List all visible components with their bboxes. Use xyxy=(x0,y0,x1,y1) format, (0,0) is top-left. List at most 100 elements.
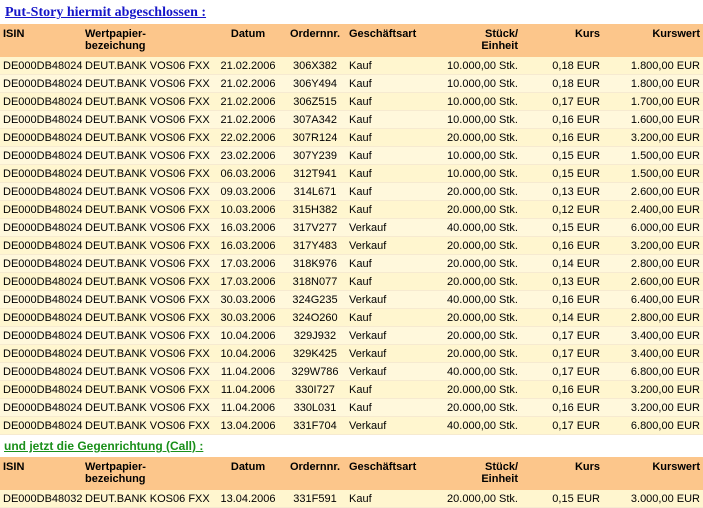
kurswert-cell: 1.600,00 EUR xyxy=(603,110,703,129)
kurs-cell: 0,15 EUR xyxy=(521,218,603,237)
kurs-cell: 0,14 EUR xyxy=(521,308,603,327)
datum-cell: 21.02.2006 xyxy=(212,57,284,75)
stueck-cell: 10.000,00 Stk. xyxy=(431,57,521,75)
col-wertpapier: Wertpapier-bezeichung xyxy=(82,24,212,57)
kurs-cell: 0,16 EUR xyxy=(521,110,603,129)
geschaeftsart-cell: Kauf xyxy=(346,182,431,201)
isin-cell: DE000DB48024 xyxy=(0,164,83,183)
geschaeftsart-cell: Kauf xyxy=(346,57,431,75)
geschaeftsart-cell: Kauf xyxy=(346,74,431,93)
table-row: DE000DB48024 DEUT.BANK VOS06 FXX 17.03.200… xyxy=(0,272,703,291)
datum-cell: 09.03.2006 xyxy=(212,182,284,201)
geschaeftsart-cell: Kauf xyxy=(346,398,431,417)
datum-cell: 13.04.2006 xyxy=(212,490,284,508)
table-header-row: ISIN Wertpapier-bezeichung Datum Ordernn… xyxy=(0,457,703,490)
isin-cell: DE000DB48024 xyxy=(0,362,83,381)
kurswert-cell: 3.200,00 EUR xyxy=(603,380,703,399)
isin-cell: DE000DB48024 xyxy=(0,236,83,255)
wertpapier-cell: DEUT.BANK VOS06 FXX xyxy=(82,182,212,201)
isin-cell: DE000DB48032 xyxy=(0,490,83,508)
datum-cell: 21.02.2006 xyxy=(212,92,284,111)
col-geschaeftsart: Geschäftsart xyxy=(346,24,431,57)
isin-cell: DE000DB48024 xyxy=(0,380,83,399)
table-row: DE000DB48024 DEUT.BANK VOS06 FXX 17.03.200… xyxy=(0,254,703,273)
geschaeftsart-cell: Verkauf xyxy=(346,344,431,363)
put-orders-body: DE000DB48024 DEUT.BANK VOS06 FXX 21.02.200… xyxy=(0,57,703,435)
geschaeftsart-cell: Kauf xyxy=(346,164,431,183)
datum-cell: 11.04.2006 xyxy=(212,362,284,381)
datum-cell: 23.02.2006 xyxy=(212,146,284,165)
geschaeftsart-cell: Kauf xyxy=(346,128,431,147)
table-row: DE000DB48024 DEUT.BANK VOS06 FXX 16.03.200… xyxy=(0,218,703,237)
kurswert-cell: 1.500,00 EUR xyxy=(603,164,703,183)
table-row: DE000DB48024 DEUT.BANK VOS06 FXX 21.02.200… xyxy=(0,57,703,75)
datum-cell: 16.03.2006 xyxy=(212,218,284,237)
kurswert-cell: 2.800,00 EUR xyxy=(603,254,703,273)
kurs-cell: 0,18 EUR xyxy=(521,57,603,75)
wertpapier-cell: DEUT.BANK VOS06 FXX xyxy=(82,164,212,183)
datum-cell: 17.03.2006 xyxy=(212,272,284,291)
table-row: DE000DB48024 DEUT.BANK VOS06 FXX 21.02.200… xyxy=(0,110,703,129)
kurswert-cell: 1.500,00 EUR xyxy=(603,146,703,165)
wertpapier-cell: DEUT.BANK VOS06 FXX xyxy=(82,254,212,273)
put-orders-table: ISIN Wertpapier-bezeichung Datum Ordernn… xyxy=(0,24,703,435)
wertpapier-cell: DEUT.BANK VOS06 FXX xyxy=(82,416,212,435)
stueck-cell: 20.000,00 Stk. xyxy=(431,272,521,291)
kurswert-cell: 3.200,00 EUR xyxy=(603,398,703,417)
ordernr-cell: 331F704 xyxy=(284,416,346,435)
col-geschaeftsart: Geschäftsart xyxy=(346,457,431,490)
stueck-cell: 40.000,00 Stk. xyxy=(431,362,521,381)
wertpapier-cell: DEUT.BANK VOS06 FXX xyxy=(82,236,212,255)
ordernr-cell: 324O260 xyxy=(284,308,346,327)
geschaeftsart-cell: Kauf xyxy=(346,490,431,508)
kurswert-cell: 2.600,00 EUR xyxy=(603,272,703,291)
ordernr-cell: 330L031 xyxy=(284,398,346,417)
isin-cell: DE000DB48024 xyxy=(0,57,83,75)
datum-cell: 21.02.2006 xyxy=(212,74,284,93)
ordernr-cell: 331F591 xyxy=(284,490,346,508)
put-story-heading: Put-Story hiermit abgeschlossen : xyxy=(5,5,207,20)
table-row: DE000DB48024 DEUT.BANK VOS06 FXX 09.03.200… xyxy=(0,182,703,201)
geschaeftsart-cell: Verkauf xyxy=(346,416,431,435)
col-datum: Datum xyxy=(212,457,284,490)
kurs-cell: 0,16 EUR xyxy=(521,128,603,147)
wertpapier-cell: DEUT.BANK VOS06 FXX xyxy=(82,110,212,129)
ordernr-cell: 306Y494 xyxy=(284,74,346,93)
call-heading: und jetzt die Gegenrichtung (Call) : xyxy=(4,439,204,453)
ordernr-cell: 314L671 xyxy=(284,182,346,201)
ordernr-cell: 307A342 xyxy=(284,110,346,129)
isin-cell: DE000DB48024 xyxy=(0,182,83,201)
stueck-cell: 40.000,00 Stk. xyxy=(431,290,521,309)
kurs-cell: 0,16 EUR xyxy=(521,380,603,399)
table-row: DE000DB48024 DEUT.BANK VOS06 FXX 06.03.200… xyxy=(0,164,703,183)
stueck-cell: 20.000,00 Stk. xyxy=(431,344,521,363)
ordernr-cell: 329J932 xyxy=(284,326,346,345)
col-stueck: Stück/Einheit xyxy=(431,457,521,490)
stueck-cell: 10.000,00 Stk. xyxy=(431,146,521,165)
table-row: DE000DB48024 DEUT.BANK VOS06 FXX 16.03.200… xyxy=(0,236,703,255)
kurswert-cell: 1.800,00 EUR xyxy=(603,74,703,93)
datum-cell: 21.02.2006 xyxy=(212,110,284,129)
isin-cell: DE000DB48024 xyxy=(0,254,83,273)
table-row: DE000DB48024 DEUT.BANK VOS06 FXX 13.04.200… xyxy=(0,416,703,435)
kurs-cell: 0,16 EUR xyxy=(521,398,603,417)
geschaeftsart-cell: Kauf xyxy=(346,308,431,327)
isin-cell: DE000DB48024 xyxy=(0,128,83,147)
ordernr-cell: 330I727 xyxy=(284,380,346,399)
kurs-cell: 0,15 EUR xyxy=(521,490,603,508)
kurswert-cell: 3.400,00 EUR xyxy=(603,326,703,345)
wertpapier-cell: DEUT.BANK VOS06 FXX xyxy=(82,146,212,165)
ordernr-cell: 317V277 xyxy=(284,218,346,237)
geschaeftsart-cell: Kauf xyxy=(346,92,431,111)
datum-cell: 22.02.2006 xyxy=(212,128,284,147)
table-row: DE000DB48024 DEUT.BANK VOS06 FXX 11.04.200… xyxy=(0,362,703,381)
geschaeftsart-cell: Kauf xyxy=(346,146,431,165)
table-row: DE000DB48024 DEUT.BANK VOS06 FXX 30.03.200… xyxy=(0,290,703,309)
ordernr-cell: 306X382 xyxy=(284,57,346,75)
datum-cell: 13.04.2006 xyxy=(212,416,284,435)
datum-cell: 11.04.2006 xyxy=(212,398,284,417)
geschaeftsart-cell: Verkauf xyxy=(346,218,431,237)
call-orders-table: ISIN Wertpapier-bezeichung Datum Ordernn… xyxy=(0,457,703,508)
col-kurs: Kurs xyxy=(521,24,603,57)
stueck-cell: 40.000,00 Stk. xyxy=(431,218,521,237)
